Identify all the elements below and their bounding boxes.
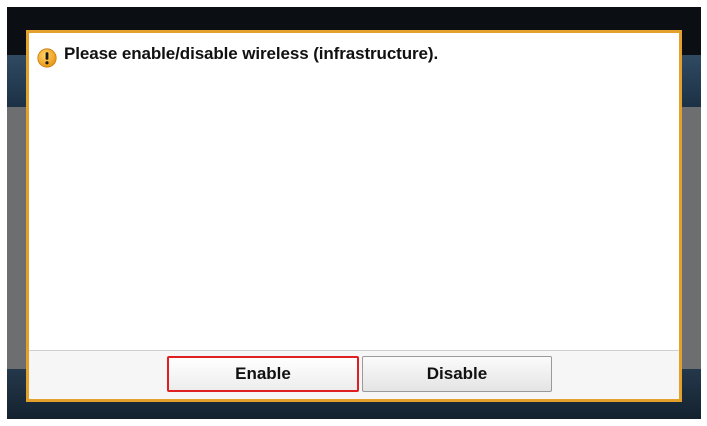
device-panel-screen: Please enable/disable wireless (infrastr… (7, 7, 701, 419)
dialog-button-bar: Enable Disable (29, 350, 679, 399)
disable-button[interactable]: Disable (362, 356, 552, 392)
enable-button[interactable]: Enable (167, 356, 359, 392)
warning-icon (37, 48, 57, 68)
dialog-message: Please enable/disable wireless (infrastr… (64, 44, 439, 63)
dialog-message-row: Please enable/disable wireless (infrastr… (37, 43, 438, 68)
wireless-dialog: Please enable/disable wireless (infrastr… (26, 30, 682, 402)
